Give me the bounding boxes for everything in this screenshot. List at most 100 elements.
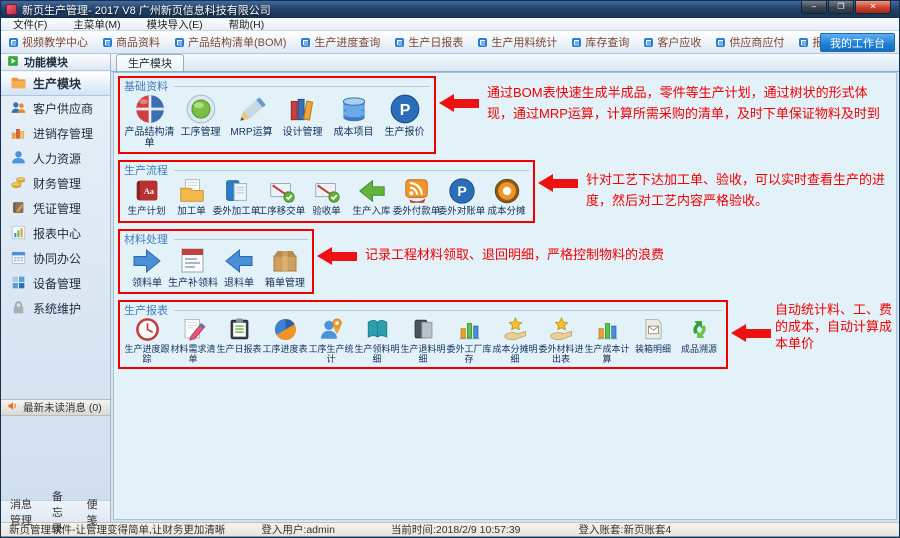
module-item[interactable]: Aa生产计划 — [124, 176, 169, 218]
toolbar-item[interactable]: 产品结构清单(BOM) — [175, 34, 286, 50]
module-item[interactable]: 加工单 — [169, 176, 214, 218]
sidebar-item-label: 客户供应商 — [33, 100, 93, 117]
checkbox-icon — [478, 38, 487, 47]
module-item[interactable]: 材料需求清单 — [170, 316, 216, 364]
sidebar-item[interactable]: 客户供应商 — [1, 96, 110, 121]
group-row: 生产流程Aa生产计划加工单委外加工单工序移交单验收单生产入库委外付款单P委外对账… — [118, 160, 892, 223]
unread-messages-bar[interactable]: 最新未读消息 (0) — [1, 399, 110, 416]
toolbar-item-label: 产品结构清单(BOM) — [188, 34, 286, 50]
minimize-button[interactable]: – — [801, 1, 827, 14]
maximize-button[interactable]: ❐ — [828, 1, 854, 14]
module-item[interactable]: 生产日报表 — [216, 316, 262, 364]
module-item[interactable]: 验收单 — [304, 176, 349, 218]
sidebar-item[interactable]: 系统维护 — [1, 296, 110, 321]
module-panel: 基础资料产品结构清单工序管理MRP运算设计管理成本项目P生产报价通过BOM表快速… — [113, 72, 897, 520]
checkbox-icon — [572, 38, 581, 47]
folder-icon — [10, 74, 27, 94]
module-item[interactable]: 产品结构清单 — [124, 92, 175, 149]
toolbar-item[interactable]: 生产用料统计 — [478, 34, 557, 50]
module-item[interactable]: 委外工厂库存 — [446, 316, 492, 364]
module-item[interactable]: 领料单 — [124, 245, 170, 289]
toolbar-item[interactable]: 供应商应付 — [716, 34, 784, 50]
sidebar-item[interactable]: 凭证管理 — [1, 196, 110, 221]
legend-line — [174, 170, 529, 171]
status-slogan: 新页管理软件-让管理变得简单,让财务更加清晰 — [9, 522, 225, 537]
close-button[interactable]: ✕ — [855, 1, 891, 14]
sidebar-item-label: 协同办公 — [33, 250, 81, 267]
menu-item-2[interactable]: 主菜单(M) — [73, 17, 120, 32]
module-item[interactable]: 生产补领料 — [170, 245, 216, 289]
module-item-label: 成本分摊明细 — [492, 344, 538, 364]
recycle-icon — [686, 316, 713, 343]
toolbar-item[interactable]: 生产进度查询 — [301, 34, 380, 50]
group-row: 生产报表生产进度跟踪材料需求清单生产日报表工序进度表工序生产统计生产领料明细生产… — [118, 300, 892, 369]
my-workbench-button[interactable]: 我的工作台 — [820, 33, 895, 52]
sidebar: 功能模块 生产模块客户供应商进销存管理人力资源财务管理凭证管理报表中心协同办公设… — [1, 54, 111, 522]
module-item[interactable]: 工序进度表 — [262, 316, 308, 364]
red-arrow-icon — [731, 324, 771, 342]
module-item[interactable]: 设计管理 — [277, 92, 328, 149]
module-item[interactable]: P委外对账单 — [439, 176, 484, 218]
module-item[interactable]: 生产入库 — [349, 176, 394, 218]
sidebar-items: 生产模块客户供应商进销存管理人力资源财务管理凭证管理报表中心协同办公设备管理系统… — [1, 71, 110, 321]
module-item[interactable]: 退料单 — [216, 245, 262, 289]
blue-right-arrow-icon — [131, 245, 163, 277]
module-item-label: 设计管理 — [283, 127, 323, 138]
module-item-label: 工序移交单 — [258, 207, 306, 218]
group-row: 材料处理领料单生产补领料退料单箱单管理记录工程材料领取、退回明细，严格控制物料的… — [118, 229, 892, 294]
sidebar-item-label: 凭证管理 — [33, 200, 81, 217]
module-item[interactable]: 委外付款单 — [394, 176, 439, 218]
module-item[interactable]: MRP运算 — [226, 92, 277, 149]
sidebar-item[interactable]: 人力资源 — [1, 146, 110, 171]
person-icon — [10, 149, 27, 169]
module-item-label: 工序管理 — [181, 127, 221, 138]
database-icon — [337, 92, 371, 126]
donut-icon — [492, 176, 522, 206]
module-item[interactable]: 工序生产统计 — [308, 316, 354, 364]
module-item[interactable]: 成本分摊 — [484, 176, 529, 218]
module-item[interactable]: 生产退料明细 — [400, 316, 446, 364]
tab-production-module[interactable]: 生产模块 — [116, 54, 184, 71]
sidebar-item[interactable]: 生产模块 — [1, 71, 110, 96]
people-icon — [10, 99, 27, 119]
teal-book-icon — [364, 316, 391, 343]
sidebar-header: 功能模块 — [1, 54, 110, 71]
module-item[interactable]: P生产报价 — [379, 92, 430, 149]
toolbar-item[interactable]: 库存查询 — [572, 34, 629, 50]
envelope-check-icon — [312, 176, 342, 206]
sidebar-item[interactable]: 协同办公 — [1, 246, 110, 271]
module-item[interactable]: 工序管理 — [175, 92, 226, 149]
module-item[interactable]: 成本分摊明细 — [492, 316, 538, 364]
module-item[interactable]: 装箱明细 — [630, 316, 676, 364]
group-row: 基础资料产品结构清单工序管理MRP运算设计管理成本项目P生产报价通过BOM表快速… — [118, 76, 892, 154]
module-item[interactable]: 生产领料明细 — [354, 316, 400, 364]
unread-messages-label: 最新未读消息 (0) — [23, 400, 102, 415]
module-item[interactable]: 工序移交单 — [259, 176, 304, 218]
sidebar-item[interactable]: 设备管理 — [1, 271, 110, 296]
annotation-text: 针对工艺下达加工单、验收，可以实时查看生产的进度，然后对工艺内容严格验收。 — [586, 169, 892, 211]
sidebar-item[interactable]: 财务管理 — [1, 171, 110, 196]
module-item[interactable]: 箱单管理 — [262, 245, 308, 289]
menu-item-4[interactable]: 帮助(H) — [229, 17, 265, 32]
toolbar-item[interactable]: 视频教学中心 — [9, 34, 88, 50]
module-item[interactable]: 成品溯源 — [676, 316, 722, 364]
rss-icon — [402, 176, 432, 206]
menu-item-1[interactable]: 文件(F) — [13, 17, 47, 32]
toolbar-item[interactable]: 客户应收 — [644, 34, 701, 50]
module-item[interactable]: 成本项目 — [328, 92, 379, 149]
toolbar-item[interactable]: 生产日报表 — [395, 34, 463, 50]
toolbar-item-label: 视频教学中心 — [22, 34, 88, 50]
sidebar-item[interactable]: 进销存管理 — [1, 121, 110, 146]
module-item[interactable]: 委外加工单 — [214, 176, 259, 218]
module-item-label: 装箱明细 — [635, 344, 671, 354]
module-item[interactable]: 生产进度跟踪 — [124, 316, 170, 364]
toolbar-item-label: 商品资料 — [116, 34, 160, 50]
menu-item-3[interactable]: 模块导入(E) — [147, 17, 203, 32]
toolbar-item[interactable]: 商品资料 — [103, 34, 160, 50]
bar-chart-icon — [456, 316, 483, 343]
module-item[interactable]: 生产成本计算 — [584, 316, 630, 364]
module-item[interactable]: 委外材料进出表 — [538, 316, 584, 364]
module-item-label: 工序生产统计 — [308, 344, 354, 364]
status-login-user: 登入用户:admin — [261, 522, 335, 537]
sidebar-item[interactable]: 报表中心 — [1, 221, 110, 246]
